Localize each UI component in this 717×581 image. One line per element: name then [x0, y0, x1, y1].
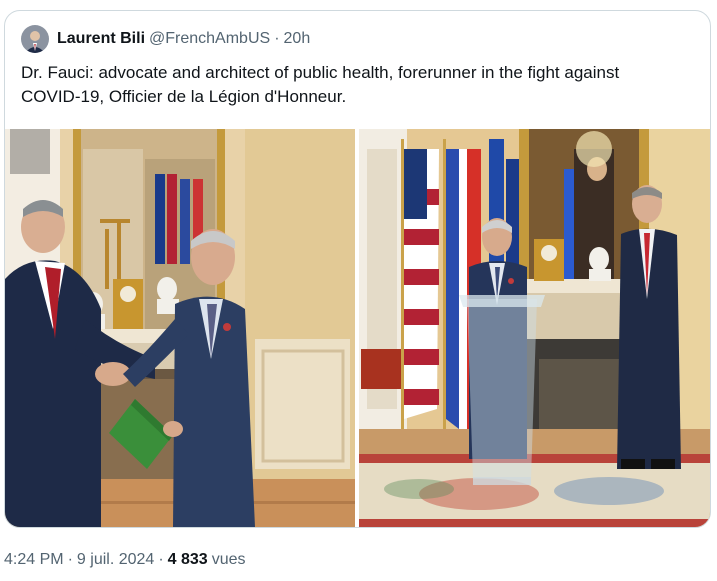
post-time[interactable]: 4:24 PM	[4, 551, 64, 569]
post-meta: 4:24 PM · 9 juil. 2024 · 4 833 vues	[4, 549, 245, 571]
meta-separator-2: ·	[158, 551, 164, 568]
quoted-post-text: Dr. Fauci: advocate and architect of pub…	[21, 63, 620, 106]
meta-separator: ·	[67, 551, 73, 568]
views-count[interactable]: 4 833	[168, 551, 208, 569]
views-label: vues	[211, 551, 246, 568]
author-handle[interactable]: @FrenchAmbUS	[149, 30, 270, 48]
author-name[interactable]: Laurent Bili	[57, 30, 145, 48]
post-time-ago[interactable]: 20h	[284, 30, 311, 48]
photo-handshake-medal-ceremony[interactable]	[5, 129, 355, 527]
person-avatar-icon[interactable]	[21, 25, 49, 53]
media-grid	[5, 129, 710, 527]
photo-podium-speech-flags[interactable]	[359, 129, 710, 527]
post-date[interactable]: 9 juil. 2024	[77, 551, 154, 569]
quoted-post-header: Laurent Bili @FrenchAmbUS · 20h	[21, 25, 310, 53]
quoted-post-card[interactable]: Laurent Bili @FrenchAmbUS · 20h Dr. Fauc…	[4, 10, 711, 528]
header-separator: ·	[274, 30, 280, 47]
